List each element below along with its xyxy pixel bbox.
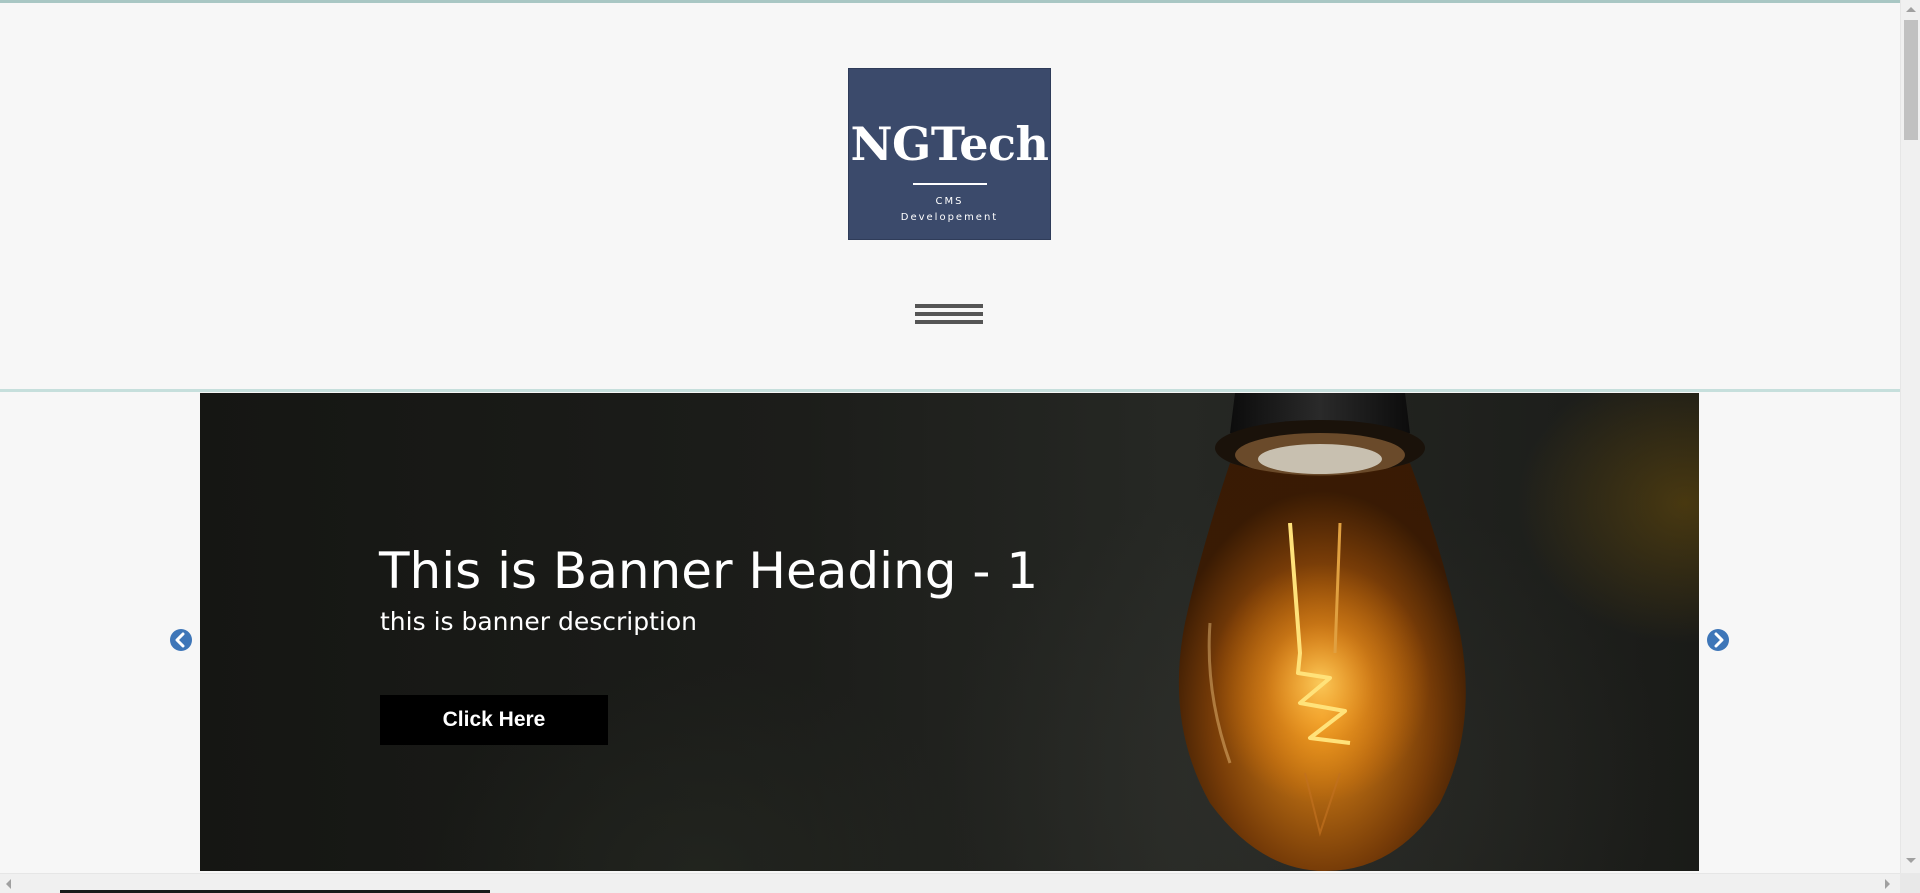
banner-description: this is banner description xyxy=(380,607,697,636)
scroll-right-icon[interactable] xyxy=(1885,879,1890,889)
logo-subtitle-line1: CMS xyxy=(935,196,964,207)
chevron-left-circle-icon[interactable] xyxy=(170,629,192,651)
logo-title: NGTech xyxy=(850,117,1049,171)
horizontal-scrollbar[interactable] xyxy=(0,873,1900,893)
click-here-button[interactable]: Click Here xyxy=(380,695,608,745)
logo-subtitle-line2: Developement xyxy=(900,212,999,223)
scroll-up-icon[interactable] xyxy=(1906,7,1916,12)
hamburger-bar xyxy=(915,312,983,316)
page: NGTech CMS Developement This is Banner H… xyxy=(0,0,1920,893)
scroll-left-icon[interactable] xyxy=(6,879,11,889)
banner-heading: This is Banner Heading - 1 xyxy=(379,542,1039,600)
vertical-scrollbar[interactable] xyxy=(1900,0,1920,873)
scroll-down-icon[interactable] xyxy=(1906,858,1916,863)
hamburger-bar xyxy=(915,304,983,308)
chevron-right-circle-icon[interactable] xyxy=(1707,629,1729,651)
banner-slider: This is Banner Heading - 1 this is banne… xyxy=(200,393,1699,871)
hamburger-menu-icon[interactable] xyxy=(915,303,983,327)
logo-divider xyxy=(913,183,987,185)
vertical-scroll-thumb[interactable] xyxy=(1904,20,1918,140)
site-logo[interactable]: NGTech CMS Developement xyxy=(848,68,1051,240)
header-divider xyxy=(0,389,1900,392)
scrollbar-corner xyxy=(1900,873,1920,893)
hamburger-bar xyxy=(915,320,983,324)
